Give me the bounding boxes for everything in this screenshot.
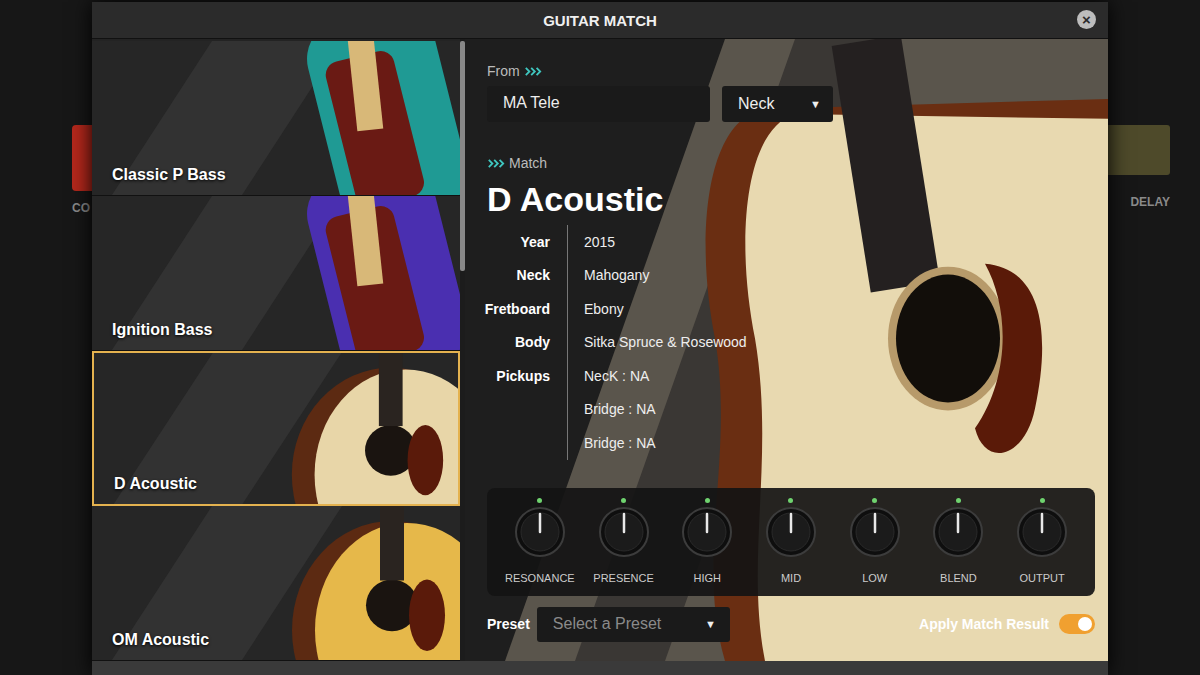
guitar-name: Ignition Bass [92,321,212,350]
knob-panel: RESONANCE PRESENCE HIGH MID LOW BLEND OU… [487,488,1095,596]
from-row: MA Tele Neck ▼ [487,86,1094,122]
knob-led-icon [1040,498,1045,503]
guitar-name: D Acoustic [94,475,197,504]
preset-label: Preset [487,616,530,632]
list-scrollbar[interactable] [460,39,465,661]
position-value: Neck [738,95,774,113]
toggle-knob [1078,617,1092,631]
chevrons-icon [487,158,505,169]
knob[interactable]: RESONANCE [498,498,582,584]
dialog-footer [92,661,1108,675]
knob-led-icon [705,498,710,503]
knob-dial-icon[interactable] [681,506,733,558]
knob-label: BLEND [940,572,977,584]
knob-dial-icon[interactable] [765,506,817,558]
match-content: From MA Tele Neck ▼ Match D Acoustic Yea… [465,39,1108,642]
spec-value: Ebony [567,292,747,326]
apply-toggle[interactable] [1059,614,1095,634]
scroll-thumb[interactable] [460,41,465,271]
close-button[interactable]: × [1077,10,1096,29]
app-screen: CO DELAY GUITAR MATCH × Classic P Bass I… [0,0,1200,675]
from-guitar-field[interactable]: MA Tele [487,86,710,122]
spec-label [487,393,567,427]
knob[interactable]: MID [749,498,833,584]
knob[interactable]: PRESENCE [582,498,666,584]
spec-label: Fretboard [487,292,567,326]
position-dropdown[interactable]: Neck ▼ [722,86,833,122]
chevrons-icon [524,66,542,77]
knob-led-icon [788,498,793,503]
guitar-name: Classic P Bass [92,166,226,195]
preset-placeholder: Select a Preset [553,615,662,633]
knob-led-icon [537,498,542,503]
knob-dial-icon[interactable] [598,506,650,558]
spec-value: 2015 [567,225,747,259]
apply-label: Apply Match Result [919,616,1049,632]
preset-dropdown[interactable]: Select a Preset ▼ [537,607,730,642]
spec-value: Bridge : NA [567,426,747,460]
knob-led-icon [872,498,877,503]
guitar-list: Classic P Bass Ignition Bass D Acoustic … [92,39,460,661]
spec-value: Bridge : NA [567,393,747,427]
knob[interactable]: BLEND [917,498,1001,584]
knob-dial-icon[interactable] [514,506,566,558]
guitar-item[interactable]: OM Acoustic [92,506,460,661]
knob-dial-icon[interactable] [932,506,984,558]
match-label: Match [487,153,1094,173]
dropdown-arrow-icon: ▼ [810,98,821,110]
guitar-match-dialog: GUITAR MATCH × Classic P Bass Ignition B… [92,2,1108,675]
knob-label: RESONANCE [505,572,575,584]
spec-value: Sitka Spruce & Rosewood [567,326,747,360]
guitar-item[interactable]: Classic P Bass [92,41,460,196]
pedal-label: CO [72,201,90,215]
knob[interactable]: HIGH [665,498,749,584]
guitar-item[interactable]: Ignition Bass [92,196,460,351]
spec-value: Mahogany [567,259,747,293]
match-panel: From MA Tele Neck ▼ Match D Acoustic Yea… [465,39,1108,661]
spec-label [487,426,567,460]
dialog-body: Classic P Bass Ignition Bass D Acoustic … [92,39,1108,661]
spec-label: Body [487,326,567,360]
dropdown-arrow-icon: ▼ [705,618,716,630]
spec-value: NecK : NA [567,359,747,393]
guitar-item[interactable]: D Acoustic [92,351,460,506]
knob-label: HIGH [694,572,722,584]
spec-table: Year 2015Neck MahoganyFretboard EbonyBod… [487,225,1094,460]
knob-label: OUTPUT [1020,572,1065,584]
delay-label: DELAY [1130,195,1170,209]
knob-label: MID [781,572,801,584]
knob[interactable]: LOW [833,498,917,584]
knob-dial-icon[interactable] [849,506,901,558]
knob[interactable]: OUTPUT [1000,498,1084,584]
dialog-title: GUITAR MATCH [543,12,657,29]
spec-label: Neck [487,259,567,293]
preset-row: Preset Select a Preset ▼ Apply Match Res… [487,607,1095,642]
knob-led-icon [956,498,961,503]
title-bar: GUITAR MATCH × [92,2,1108,39]
knob-led-icon [621,498,626,503]
guitar-name: OM Acoustic [92,631,209,660]
match-guitar-name: D Acoustic [487,179,1094,219]
knob-label: PRESENCE [593,572,654,584]
spec-label: Pickups [487,359,567,393]
spec-label: Year [487,225,567,259]
knob-dial-icon[interactable] [1016,506,1068,558]
from-label: From [487,61,1094,81]
knob-label: LOW [862,572,887,584]
